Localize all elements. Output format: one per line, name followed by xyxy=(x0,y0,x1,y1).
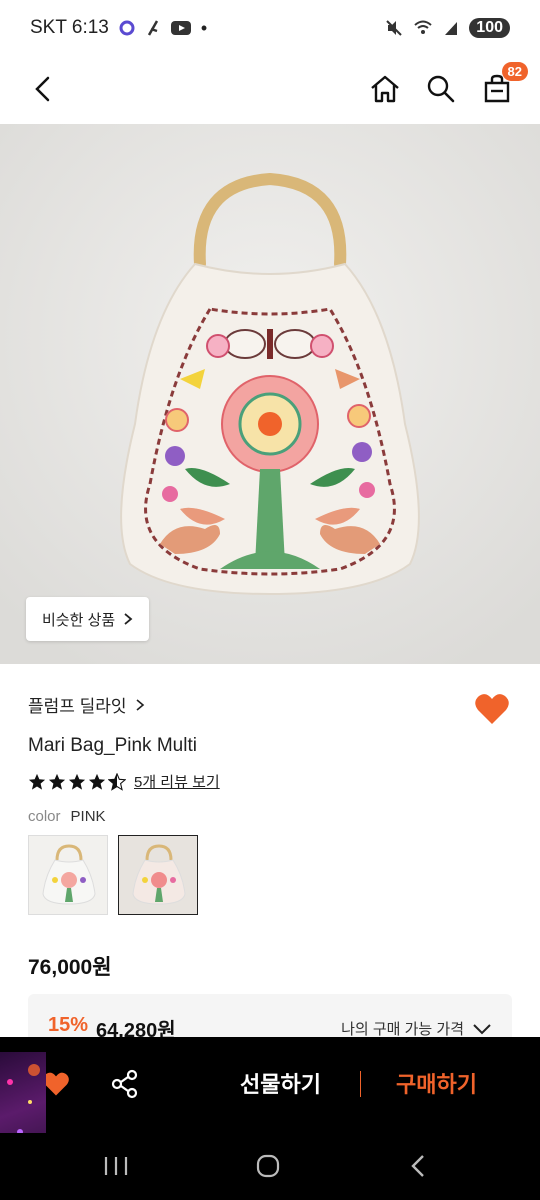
search-button[interactable] xyxy=(424,72,458,106)
color-option-label: color PINK xyxy=(28,808,512,825)
wishlist-heart-icon[interactable] xyxy=(42,1071,70,1097)
home-button[interactable] xyxy=(368,72,402,106)
system-navigation-bar xyxy=(0,1133,540,1200)
wishlist-heart-icon[interactable] xyxy=(474,692,510,726)
my-price-label: 나의 구매 가능 가격 xyxy=(341,1021,464,1038)
star-icon xyxy=(68,773,86,790)
similar-products-label: 비슷한 상품 xyxy=(42,611,116,629)
cart-count-badge: 82 xyxy=(501,62,528,81)
mute-icon xyxy=(386,20,403,36)
color-swatch-pink-multi[interactable] xyxy=(118,835,198,915)
search-icon xyxy=(427,75,455,103)
home-icon xyxy=(371,75,399,103)
color-swatches xyxy=(28,835,512,915)
gift-button[interactable]: 선물하기 xyxy=(240,1067,321,1099)
embroidered-bag-illustration xyxy=(0,124,540,664)
mic-icon xyxy=(147,20,158,36)
recents-icon[interactable] xyxy=(103,1155,129,1177)
divider xyxy=(360,1071,361,1097)
cart-button[interactable]: 82 xyxy=(480,62,528,106)
star-icon xyxy=(28,773,46,790)
star-rating xyxy=(28,772,126,791)
color-label: color xyxy=(28,808,61,825)
share-icon[interactable] xyxy=(110,1069,140,1099)
chevron-right-icon xyxy=(136,698,144,711)
carrier-time: SKT 6:13 xyxy=(30,17,109,38)
chevron-down-icon xyxy=(473,1023,491,1034)
star-icon xyxy=(88,773,106,790)
product-name: Mari Bag_Pink Multi xyxy=(28,735,197,756)
my-price-toggle[interactable]: 나의 구매 가능 가격 xyxy=(341,1018,492,1039)
discount-rate: 15% xyxy=(48,1014,89,1036)
back-icon[interactable] xyxy=(408,1153,428,1179)
reviews-link[interactable]: 5개 리뷰 보기 xyxy=(134,771,220,792)
buy-button[interactable]: 구매하기 xyxy=(396,1067,477,1099)
chevron-left-icon xyxy=(35,76,50,102)
brand-link[interactable]: 플럼프 딜라잇 xyxy=(28,692,512,717)
chevron-right-icon xyxy=(124,613,133,625)
product-hero-image[interactable]: 비슷한 상품 xyxy=(0,124,540,664)
original-price: 76,000원 xyxy=(28,956,112,979)
bottom-action-bar: 선물하기 구매하기 xyxy=(0,1037,540,1133)
similar-products-button[interactable]: 비슷한 상품 xyxy=(26,597,150,641)
top-nav: 82 xyxy=(0,56,540,122)
bag-thumbnail xyxy=(42,844,96,905)
half-star-icon xyxy=(108,772,126,791)
product-info: 플럼프 딜라잇 Mari Bag_Pink Multi 5개 리뷰 보기 col… xyxy=(0,664,540,915)
wifi-icon xyxy=(414,20,432,34)
circle-app-icon xyxy=(119,20,135,36)
bag-thumbnail xyxy=(132,844,186,905)
home-circle-icon[interactable] xyxy=(255,1153,281,1179)
battery-indicator: 100 xyxy=(469,18,510,38)
signal-icon xyxy=(445,22,458,35)
star-icon xyxy=(48,773,66,790)
brand-name: 플럼프 딜라잇 xyxy=(28,697,127,716)
back-button[interactable] xyxy=(26,72,60,106)
rating-row: 5개 리뷰 보기 xyxy=(28,771,512,792)
color-swatch-white-multi[interactable] xyxy=(28,835,108,915)
color-value: PINK xyxy=(70,808,106,825)
status-bar: SKT 6:13 • 100 xyxy=(0,0,540,56)
notification-dot-icon: • xyxy=(200,17,208,38)
youtube-icon xyxy=(170,21,191,35)
